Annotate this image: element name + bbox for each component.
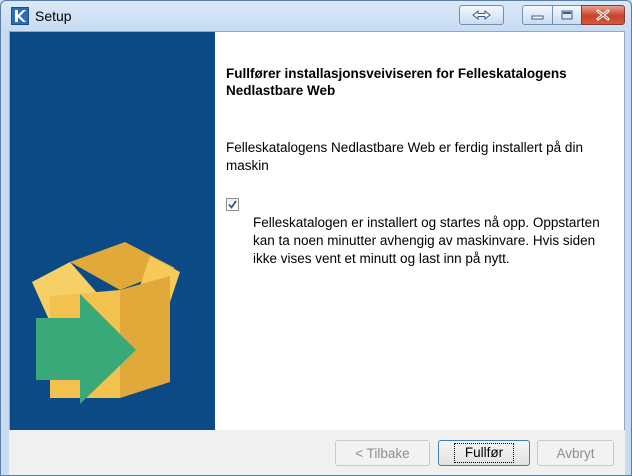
close-button[interactable] bbox=[581, 5, 625, 25]
wizard-body: Fullfører installasjonsveiviseren for Fe… bbox=[9, 31, 625, 431]
maximize-button[interactable] bbox=[552, 5, 582, 25]
setup-window: Setup Fullfører installasjonsveiviseren … bbox=[0, 0, 632, 476]
checkmark-icon bbox=[228, 200, 237, 209]
minimize-icon bbox=[531, 15, 544, 20]
restore-arrows-icon bbox=[472, 9, 491, 21]
page-heading: Fullfører installasjonsveiviseren for Fe… bbox=[226, 66, 567, 98]
maximize-icon bbox=[561, 10, 573, 20]
close-icon bbox=[596, 9, 610, 21]
finish-button-label: Fullfør bbox=[453, 443, 515, 463]
launch-checkbox[interactable] bbox=[226, 198, 239, 211]
title-bar[interactable]: Setup bbox=[1, 1, 631, 31]
minimize-button[interactable] bbox=[522, 5, 553, 25]
app-icon bbox=[11, 7, 29, 25]
package-install-icon bbox=[32, 242, 180, 404]
wizard-side-panel bbox=[10, 32, 215, 430]
completion-message: Felleskatalogens Nedlastbare Web er ferd… bbox=[226, 140, 583, 173]
finish-button[interactable]: Fullfør bbox=[438, 440, 530, 466]
wizard-footer: < Tilbake Fullfør Avbryt bbox=[9, 430, 625, 475]
back-button[interactable]: < Tilbake bbox=[335, 440, 430, 466]
restore-arrows-button[interactable] bbox=[459, 5, 504, 25]
window-title: Setup bbox=[35, 8, 72, 24]
cancel-button[interactable]: Avbryt bbox=[537, 440, 614, 466]
launch-checkbox-label: Felleskatalogen er installert og startes… bbox=[253, 215, 600, 266]
